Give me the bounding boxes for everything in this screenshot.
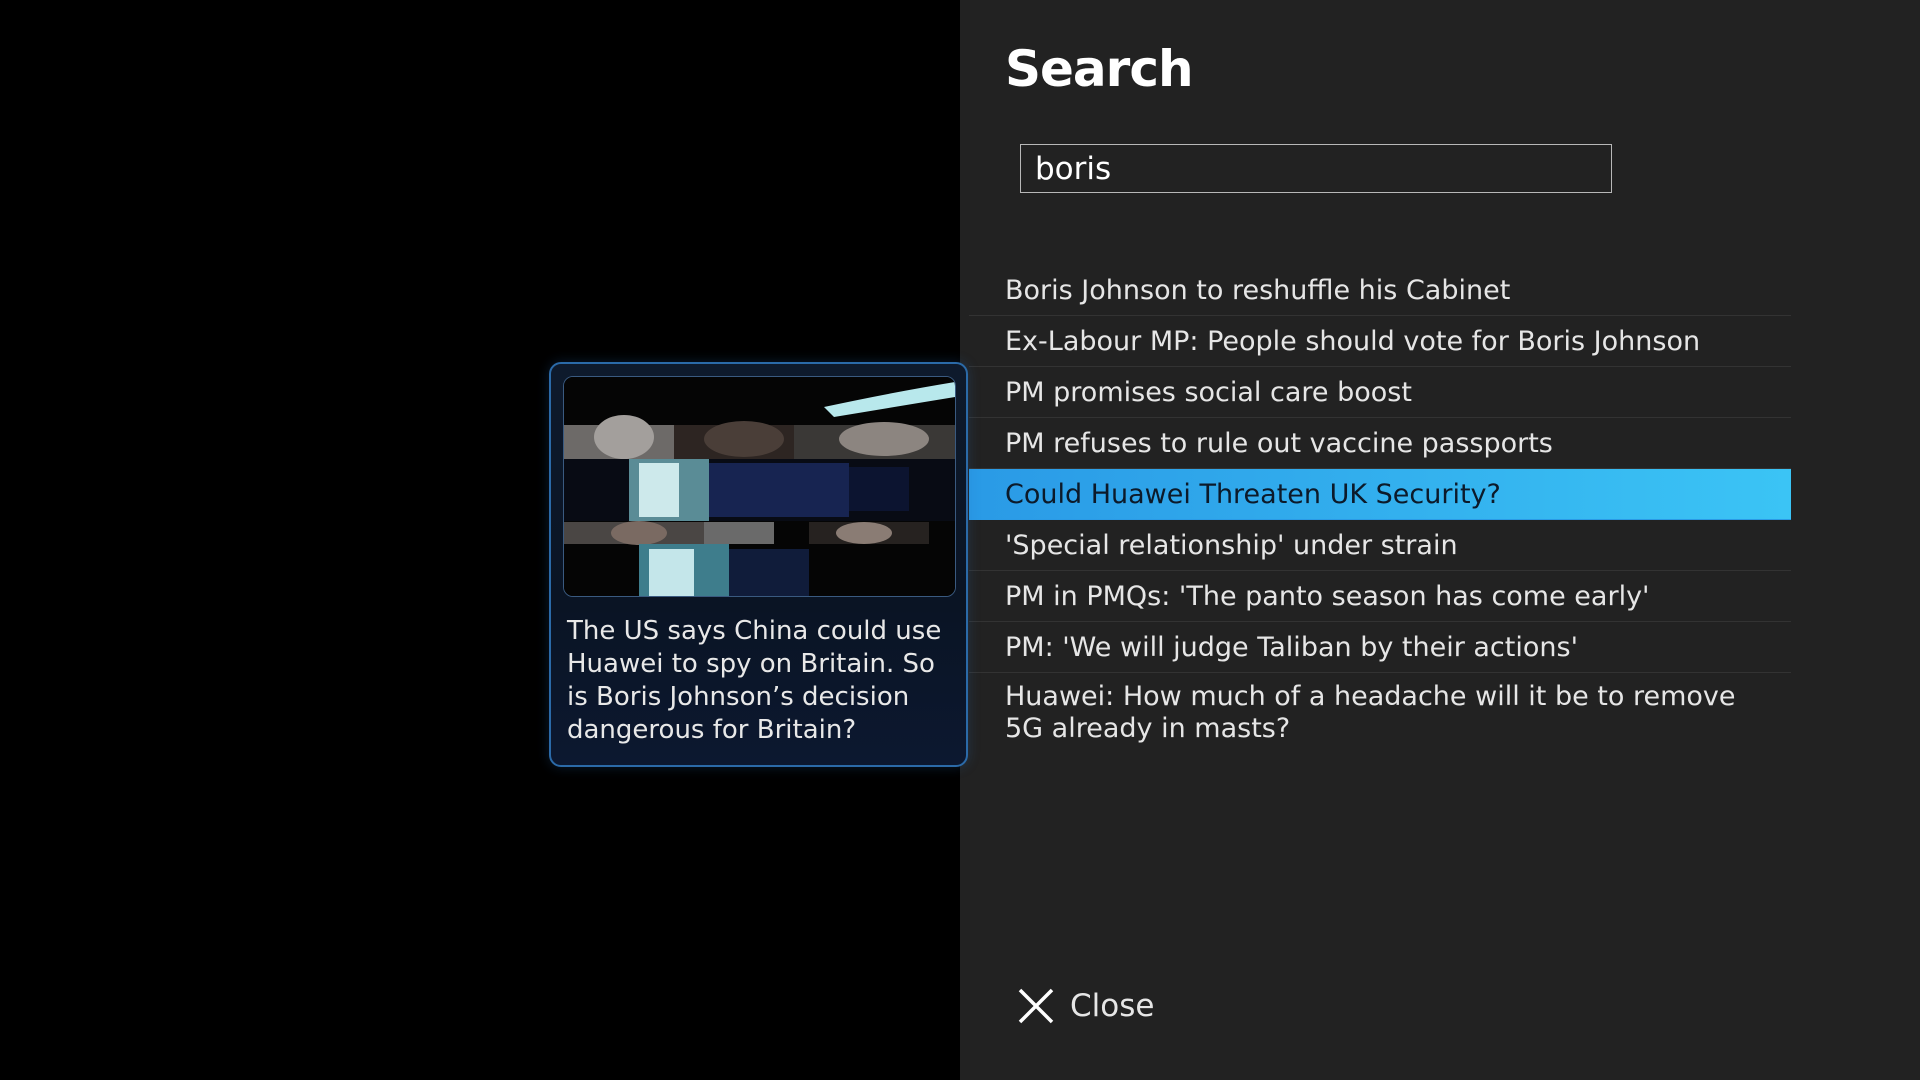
preview-description: The US says China could use Huawei to sp… bbox=[567, 616, 942, 745]
close-icon bbox=[1018, 988, 1054, 1024]
list-item-selected[interactable]: Could Huawei Threaten UK Security? bbox=[969, 469, 1791, 520]
close-button[interactable]: Close bbox=[1016, 986, 1154, 1026]
list-item[interactable]: PM: 'We will judge Taliban by their acti… bbox=[969, 622, 1791, 673]
close-label: Close bbox=[1070, 988, 1155, 1024]
list-item[interactable]: Boris Johnson to reshuffle his Cabinet bbox=[969, 265, 1791, 316]
list-item[interactable]: PM promises social care boost bbox=[969, 367, 1791, 418]
page-title: Search bbox=[1005, 40, 1194, 98]
search-query: boris bbox=[1035, 150, 1112, 187]
preview-card[interactable]: The US says China could use Huawei to sp… bbox=[549, 362, 968, 767]
list-item[interactable]: PM refuses to rule out vaccine passports bbox=[969, 418, 1791, 469]
preview-thumbnail bbox=[563, 376, 956, 597]
search-input[interactable]: boris bbox=[1020, 144, 1612, 193]
list-item[interactable]: 'Special relationship' under strain bbox=[969, 520, 1791, 571]
list-item[interactable]: Huawei: How much of a headache will it b… bbox=[969, 673, 1791, 747]
list-item[interactable]: PM in PMQs: 'The panto season has come e… bbox=[969, 571, 1791, 622]
results-list: Boris Johnson to reshuffle his Cabinet E… bbox=[969, 265, 1791, 747]
list-item[interactable]: Ex-Labour MP: People should vote for Bor… bbox=[969, 316, 1791, 367]
